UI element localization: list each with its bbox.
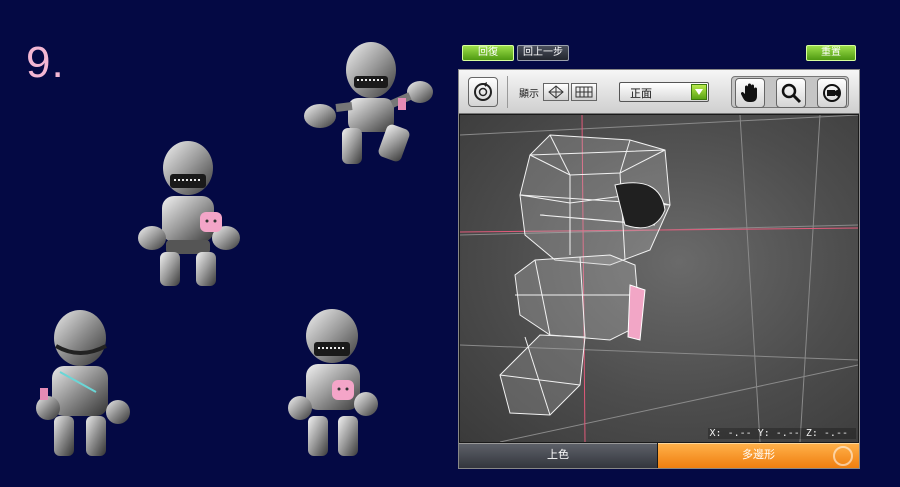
- hand-pan-icon: [740, 83, 757, 102]
- editor-toolbar: 顯示 正面: [459, 70, 859, 114]
- coord-z: Z: -.--: [805, 428, 848, 439]
- view-angle-select[interactable]: 正面: [619, 82, 709, 102]
- circle-badge-icon: [833, 446, 853, 466]
- reset-button[interactable]: 重置: [806, 45, 856, 61]
- model-editor-panel: 顯示 正面 X: -.-- Y: -.-- Z: -.-- 上色 多邊形: [458, 69, 860, 469]
- display-mode-wireframe[interactable]: [543, 83, 569, 101]
- toolbar-separator: [507, 76, 508, 108]
- coordinate-readout: X: -.-- Y: -.-- Z: -.--: [707, 428, 856, 439]
- knight-side-figure: [288, 309, 378, 456]
- slide-number: 9.: [26, 38, 65, 87]
- undo-button[interactable]: 回上一步: [517, 45, 569, 61]
- zoom-magnifier-icon: [781, 83, 802, 104]
- display-label: 顯示: [519, 89, 539, 100]
- wireframe-model: [460, 115, 858, 442]
- knight-jumping-figure: [304, 42, 433, 164]
- zoom-tool-button[interactable]: [776, 78, 806, 108]
- display-mode-grid[interactable]: [571, 83, 597, 101]
- tab-polygon-label: 多邊形: [742, 448, 775, 461]
- 3d-viewport[interactable]: X: -.-- Y: -.-- Z: -.--: [460, 115, 858, 442]
- coord-x: X: -.--: [709, 428, 752, 439]
- editor-mode-tabs: 上色 多邊形: [459, 443, 859, 468]
- coord-y: Y: -.--: [757, 428, 800, 439]
- camera-tool-button[interactable]: [817, 78, 847, 108]
- rotate-reset-icon: [474, 82, 492, 101]
- camera-icon: [823, 84, 841, 102]
- knight-front-figure: [138, 141, 240, 286]
- pan-tool-button[interactable]: [735, 78, 765, 108]
- chevron-down-icon[interactable]: [691, 84, 707, 100]
- grid-icon: [575, 86, 593, 98]
- wireframe-sphere-icon: [548, 85, 564, 99]
- restore-button[interactable]: 回復: [462, 45, 514, 61]
- navigation-tool-group: [731, 76, 849, 108]
- tab-polygon[interactable]: 多邊形: [658, 443, 859, 468]
- rotate-reset-button[interactable]: [468, 77, 498, 107]
- view-angle-value: 正面: [630, 87, 652, 100]
- knight-back-figure: [36, 310, 130, 456]
- tab-paint[interactable]: 上色: [459, 443, 657, 468]
